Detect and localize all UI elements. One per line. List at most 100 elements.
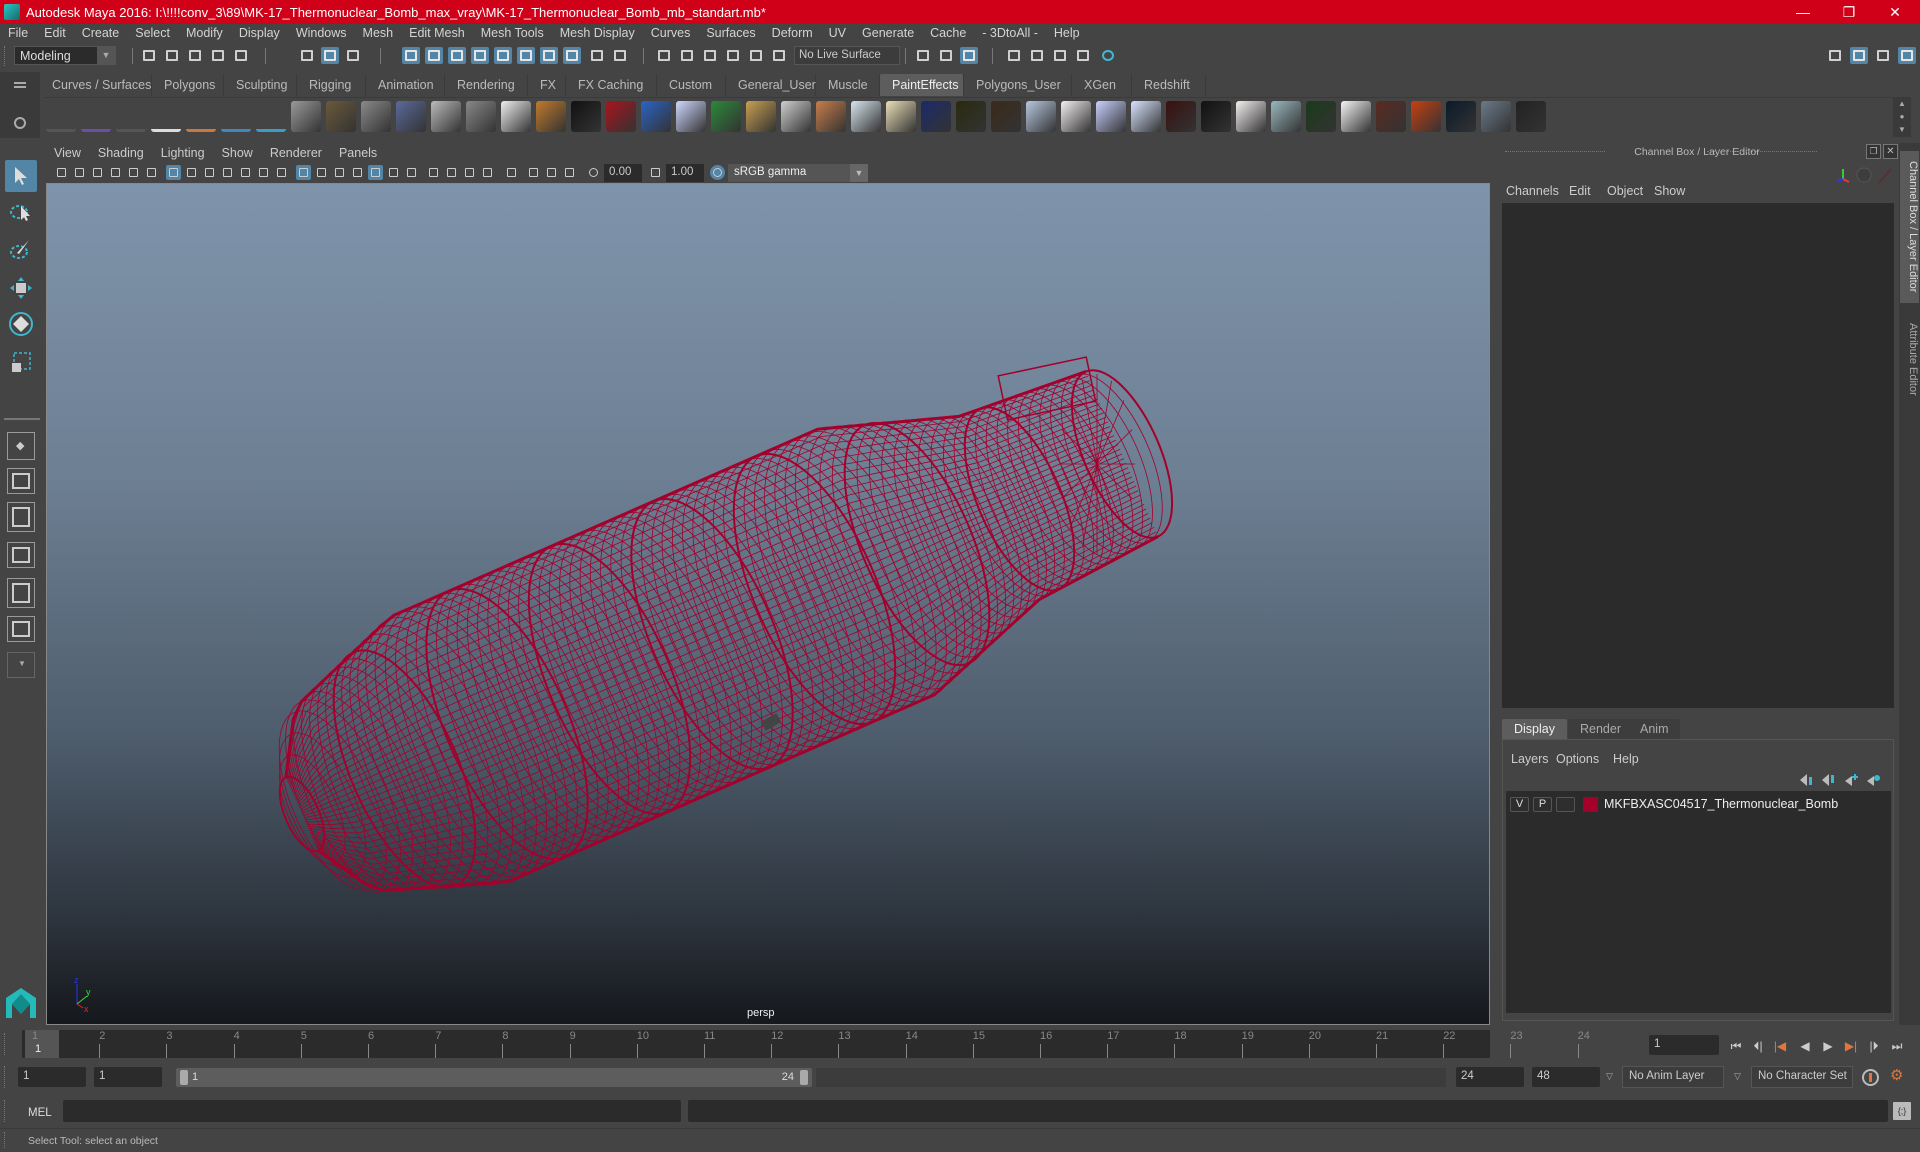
wireframe-icon[interactable] (296, 165, 311, 180)
xray-joints-icon[interactable] (562, 165, 577, 180)
persp-graph-layout-icon[interactable] (7, 542, 35, 568)
isolate-select-icon[interactable] (504, 165, 519, 180)
black-splat-icon[interactable] (571, 101, 601, 132)
hypershade-icon[interactable] (1099, 47, 1117, 64)
shelf-tab-rendering[interactable]: Rendering (445, 74, 528, 96)
select-component-icon[interactable] (344, 47, 362, 64)
render-time-icon[interactable] (960, 47, 978, 64)
xray-active-icon[interactable] (544, 165, 559, 180)
menu-help[interactable]: Help (1054, 26, 1080, 40)
more-layouts-button[interactable]: ▼ (7, 652, 35, 678)
rotate-tool-icon[interactable] (5, 308, 37, 340)
help-menu[interactable]: Help (1613, 752, 1639, 766)
red-feather-icon[interactable] (1166, 101, 1196, 132)
use-all-lights-icon[interactable] (386, 165, 401, 180)
shelf-tab-custom[interactable]: Custom (657, 74, 726, 96)
options-menu[interactable]: Options (1556, 752, 1599, 766)
close-panel-icon[interactable]: ✕ (1883, 144, 1898, 159)
channel-box-area[interactable] (1502, 203, 1894, 708)
viewport-menu-renderer[interactable]: Renderer (270, 146, 322, 160)
viewport-menu-panels[interactable]: Panels (339, 146, 377, 160)
status-line-grip[interactable] (4, 46, 7, 66)
tree-icon[interactable] (1131, 101, 1161, 132)
edit-menu[interactable]: Edit (1569, 184, 1591, 198)
close-button[interactable]: ✕ (1872, 0, 1918, 24)
open-scene-icon[interactable] (163, 47, 181, 64)
default-material-icon[interactable] (332, 165, 347, 180)
current-frame-field[interactable]: 1 (1649, 1035, 1719, 1055)
curve-brush-orange-icon[interactable] (186, 101, 216, 132)
viewport-menu-view[interactable]: View (54, 146, 81, 160)
lock-icon[interactable] (588, 47, 606, 64)
red-paint-icon[interactable] (606, 101, 636, 132)
playback-start-field[interactable]: 1 (94, 1067, 162, 1087)
exposure-field[interactable]: 0.00 (604, 164, 642, 182)
render-view-icon[interactable] (1005, 47, 1023, 64)
shelf-tab-painteffects[interactable]: PaintEffects (880, 74, 964, 96)
select-pick-icon[interactable] (611, 47, 629, 64)
snap-point-icon[interactable] (448, 47, 466, 64)
copper-swirl-icon[interactable] (816, 101, 846, 132)
lightning-icon[interactable] (1446, 101, 1476, 132)
input-line-icon[interactable] (914, 47, 932, 64)
noise-icon[interactable] (1516, 101, 1546, 132)
menu-uv[interactable]: UV (829, 26, 846, 40)
gold-egg-icon[interactable] (886, 101, 916, 132)
field-chart-icon[interactable] (238, 165, 253, 180)
hypershade-persp-layout-icon[interactable] (7, 578, 35, 608)
tool-settings-icon[interactable] (1874, 47, 1892, 64)
menu-surfaces[interactable]: Surfaces (706, 26, 755, 40)
show-menu[interactable]: Show (1654, 184, 1685, 198)
shadows-icon[interactable] (404, 165, 419, 180)
snap-render-icon[interactable] (540, 47, 558, 64)
play-forwards-icon[interactable]: ▶ (1820, 1038, 1836, 1054)
viewport-menu-shading[interactable]: Shading (98, 146, 144, 160)
shelf-tab-polygons-user[interactable]: Polygons_User (964, 74, 1072, 96)
gold-streaks-icon[interactable] (746, 101, 776, 132)
2d-pan-zoom-icon[interactable] (126, 165, 141, 180)
undo-icon[interactable] (209, 47, 227, 64)
layer-display-type-toggle[interactable] (1556, 797, 1575, 812)
anim-layer-select[interactable]: No Anim Layer (1622, 1066, 1724, 1088)
range-start-handle[interactable] (180, 1070, 188, 1085)
stars-icon[interactable] (1201, 101, 1231, 132)
shelf-tab-sculpting[interactable]: Sculpting (224, 74, 297, 96)
blue-dots-icon[interactable] (676, 101, 706, 132)
speed-icon[interactable] (1856, 167, 1872, 183)
menu-curves[interactable]: Curves (651, 26, 691, 40)
history-icon[interactable] (655, 47, 673, 64)
range-slider[interactable]: 1 24 (176, 1068, 812, 1087)
menu-modify[interactable]: Modify (186, 26, 223, 40)
light-bulb-icon[interactable] (431, 101, 461, 132)
shelf-gear-icon[interactable] (14, 117, 26, 129)
command-line-grip[interactable] (4, 1100, 7, 1122)
ink-strokes-icon[interactable] (501, 101, 531, 132)
restore-button[interactable]: ❐ (1826, 0, 1872, 24)
menu-cache[interactable]: Cache (930, 26, 966, 40)
textured-icon[interactable] (368, 165, 383, 180)
menu-generate[interactable]: Generate (862, 26, 914, 40)
bookmark-icon[interactable] (90, 165, 105, 180)
perspective-viewport[interactable]: z y x persp (46, 183, 1490, 1025)
command-language-label[interactable]: MEL (28, 1107, 52, 1119)
wireframe-on-shaded-icon[interactable] (350, 165, 365, 180)
channels-menu[interactable]: Channels (1506, 184, 1559, 198)
persp-graph-outliner-layout-icon[interactable] (7, 616, 35, 642)
layer-visibility-toggle[interactable]: V (1510, 797, 1529, 812)
motion-blur-icon[interactable] (444, 165, 459, 180)
shelf-tab-fx[interactable]: FX (528, 74, 566, 96)
gamma-field[interactable]: 1.00 (666, 164, 704, 182)
layers-menu[interactable]: Layers (1511, 752, 1549, 766)
snap-grid-icon[interactable] (402, 47, 420, 64)
new-scene-icon[interactable] (140, 47, 158, 64)
four-view-layout-icon[interactable] (7, 468, 35, 494)
move-layer-up-icon[interactable] (1800, 774, 1814, 786)
hyper-icon[interactable] (1878, 168, 1892, 184)
layer-playback-toggle[interactable]: P (1533, 797, 1552, 812)
feather-icon[interactable] (1061, 101, 1091, 132)
step-forward-key-icon[interactable]: |⏵ (1866, 1038, 1882, 1054)
anti-aliasing-icon[interactable] (462, 165, 477, 180)
auto-key-icon[interactable] (1862, 1069, 1879, 1086)
animation-preferences-icon[interactable]: ⚙ (1890, 1066, 1910, 1086)
shelf-tab-animation[interactable]: Animation (366, 74, 445, 96)
